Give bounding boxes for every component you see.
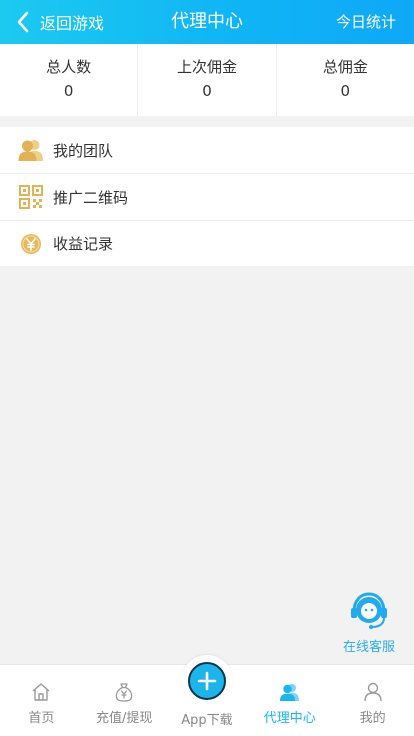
header-bar: 返回游戏 代理中心 今日统计 bbox=[0, 0, 414, 44]
headset-icon bbox=[351, 592, 387, 629]
back-button[interactable]: 返回游戏 bbox=[16, 0, 104, 44]
agent-icon bbox=[279, 684, 299, 701]
menu-label: 推广二维码 bbox=[53, 188, 129, 207]
back-label: 返回游戏 bbox=[40, 14, 105, 33]
stats-panel: 总人数 0 上次佣金 0 总佣金 0 bbox=[0, 44, 414, 116]
qrcode-icon bbox=[18, 184, 44, 210]
stat-value: 0 bbox=[202, 82, 212, 100]
tab-label: 充值/提现 bbox=[96, 711, 153, 726]
stat-label: 总人数 bbox=[46, 58, 92, 76]
menu-item-qrcode[interactable]: 推广二维码 bbox=[0, 174, 414, 221]
stat-last-commission: 上次佣金 0 bbox=[138, 44, 277, 116]
tab-label: 首页 bbox=[28, 711, 55, 726]
stat-label: 上次佣金 bbox=[176, 58, 237, 76]
tab-home[interactable]: 首页 bbox=[0, 665, 83, 736]
tab-label: App下载 bbox=[181, 713, 233, 728]
online-service-button[interactable]: 在线客服 bbox=[338, 590, 400, 655]
menu-item-my-team[interactable]: 我的团队 bbox=[0, 127, 414, 174]
tab-label: 我的 bbox=[359, 711, 386, 726]
tab-agent-center[interactable]: 代理中心 bbox=[248, 665, 331, 736]
menu-label: 我的团队 bbox=[53, 141, 114, 160]
tab-recharge-withdraw[interactable]: 充值/提现 bbox=[83, 665, 166, 736]
chevron-left-icon bbox=[17, 11, 29, 33]
stat-total-people: 总人数 0 bbox=[0, 44, 139, 116]
online-service-label: 在线客服 bbox=[342, 640, 395, 655]
home-icon bbox=[32, 683, 50, 701]
menu-item-earnings-record[interactable]: 收益记录 bbox=[0, 221, 414, 266]
stat-label: 总佣金 bbox=[322, 58, 368, 76]
user-icon bbox=[363, 682, 382, 702]
tab-label: 代理中心 bbox=[263, 711, 316, 726]
plus-icon bbox=[197, 671, 217, 691]
stat-total-commission: 总佣金 0 bbox=[277, 44, 414, 116]
today-stats-link[interactable]: 今日统计 bbox=[336, 0, 396, 44]
stat-value: 0 bbox=[63, 82, 74, 100]
tab-mine[interactable]: 我的 bbox=[331, 665, 414, 736]
yen-coin-icon bbox=[18, 231, 44, 257]
bottom-tab-bar: 首页 充值/提现 App下载 代理中心 我的 bbox=[0, 655, 414, 736]
app-download-circle bbox=[187, 662, 226, 700]
team-icon bbox=[18, 137, 44, 163]
stat-value: 0 bbox=[340, 82, 351, 100]
menu-label: 收益记录 bbox=[53, 235, 114, 253]
app-download-button[interactable] bbox=[180, 655, 233, 707]
tab-app-download[interactable]: App下载 bbox=[166, 655, 249, 736]
agent-menu: 我的团队 推广二维码 收益记录 bbox=[0, 127, 414, 266]
money-bag-icon bbox=[115, 683, 133, 702]
